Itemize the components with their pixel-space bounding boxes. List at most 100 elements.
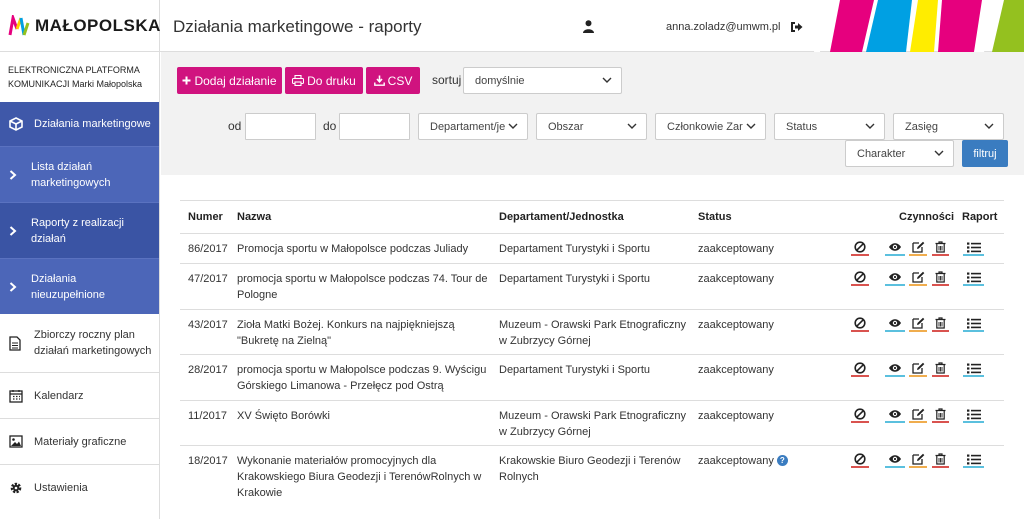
malopolska-logo-icon [8, 15, 30, 37]
delete-button[interactable] [932, 270, 949, 286]
report-button[interactable] [963, 240, 984, 256]
sidebar-item-reports[interactable]: Raporty z realizacji działań [0, 202, 159, 258]
edit-button[interactable] [909, 452, 927, 468]
sidebar-item-calendar[interactable]: Kalendarz [0, 372, 159, 418]
sidebar-item-graphics[interactable]: Materiały graficzne [0, 418, 159, 464]
area-select[interactable]: Obszar [536, 113, 647, 140]
top-bar: MAŁOPOLSKA Działania marketingowe - rapo… [0, 0, 1024, 52]
row-department: Muzeum - Orawski Park Etnograficzny w Zub… [499, 408, 694, 440]
edit-button[interactable] [909, 240, 927, 256]
block-button[interactable] [851, 452, 869, 468]
help-icon[interactable]: ? [776, 455, 788, 466]
edit-button[interactable] [909, 407, 927, 423]
sidebar-item-annual-plan[interactable]: Zbiorczy roczny plan działań marketingowy… [0, 314, 159, 372]
eye-icon [889, 243, 901, 251]
logo[interactable]: MAŁOPOLSKA [0, 0, 160, 52]
delete-button[interactable] [932, 361, 949, 377]
row-number: 11/2017 [188, 410, 227, 422]
character-select[interactable]: Charakter [845, 140, 954, 167]
chevron-right-icon [9, 225, 17, 236]
eye-icon [889, 319, 901, 327]
date-from-input[interactable] [245, 113, 316, 140]
row-department-line: Krakowskie Biuro Geodezji i Terenów [499, 455, 681, 467]
csv-label: CSV [387, 73, 413, 88]
row-name[interactable]: Promocja sportu w Małopolsce podczas Jul… [237, 241, 492, 257]
sidebar: ELEKTRONICZNA PLATFORMA KOMUNIKACJI Mark… [0, 52, 160, 519]
row-number: 47/2017 [188, 273, 228, 285]
plus-icon [182, 76, 191, 85]
row-status: zaakceptowany [698, 241, 774, 257]
row-department-line: w Zubrzycy Górnej [499, 426, 591, 438]
block-button[interactable] [851, 240, 869, 256]
view-button[interactable] [885, 316, 905, 332]
edit-icon [911, 362, 924, 374]
csv-button[interactable]: CSV [366, 67, 420, 94]
trash-icon [935, 362, 946, 374]
delete-button[interactable] [932, 452, 949, 468]
sidebar-item-settings[interactable]: Ustawienia [0, 464, 159, 510]
eye-icon [889, 364, 901, 372]
row-department-line: Muzeum - Orawski Park Etnograficzny [499, 410, 687, 422]
report-button[interactable] [963, 407, 984, 423]
row-name[interactable]: promocja sportu w Małopolsce podczas 9. … [237, 362, 492, 394]
report-button[interactable] [963, 316, 984, 332]
row-department-line: Muzeum - Orawski Park Etnograficzny [499, 319, 687, 331]
sidebar-item-label: Lista działań marketingowych [31, 159, 110, 191]
block-button[interactable] [851, 407, 869, 423]
view-button[interactable] [885, 407, 905, 423]
print-label: Do druku [307, 73, 356, 88]
platform-line-2: KOMUNIKACJI Marki Małopolska [8, 79, 143, 89]
sort-select[interactable]: domyślnie [463, 67, 622, 94]
row-name-line: Wykonanie materiałów promocyjnych dla [237, 455, 437, 467]
department-select[interactable]: Departament/je [418, 113, 528, 140]
filter-button[interactable]: filtruj [962, 140, 1008, 167]
edit-button[interactable] [909, 361, 927, 377]
delete-button[interactable] [932, 407, 949, 423]
sidebar-item-label: Raporty z realizacji działań [31, 215, 124, 247]
add-action-button[interactable]: Dodaj działanie [177, 67, 282, 94]
image-icon [9, 435, 23, 448]
block-button[interactable] [851, 270, 869, 286]
logout-icon[interactable] [790, 21, 803, 33]
sidebar-item-incomplete[interactable]: Działania nieuzupełnione [0, 258, 159, 314]
col-status: Status [698, 211, 732, 223]
sidebar-item-label: Działania nieuzupełnione [31, 271, 105, 303]
report-button[interactable] [963, 270, 984, 286]
report-button[interactable] [963, 452, 984, 468]
block-button[interactable] [851, 316, 869, 332]
sidebar-item-list[interactable]: Lista działań marketingowych [0, 146, 159, 202]
row-name[interactable]: Zioła Matki Bożej. Konkurs na najpięknie… [237, 317, 492, 349]
delete-button[interactable] [932, 240, 949, 256]
block-button[interactable] [851, 361, 869, 377]
sidebar-item-marketing[interactable]: Działania marketingowe [0, 102, 159, 146]
view-button[interactable] [885, 361, 905, 377]
user-email[interactable]: anna.zoladz@umwm.pl [666, 21, 781, 33]
row-name-line: Krakowskiego Biura Geodezji i TerenówRol… [237, 471, 482, 483]
delete-button[interactable] [932, 316, 949, 332]
list-icon [966, 318, 981, 328]
row-name[interactable]: promocja sportu w Małopolsce podczas 74.… [237, 271, 492, 303]
status-select[interactable]: Status [774, 113, 885, 140]
members-select[interactable]: Członkowie Zar [655, 113, 766, 140]
row-name[interactable]: Wykonanie materiałów promocyjnych dla Kra… [237, 453, 492, 501]
date-from-label: od [228, 119, 242, 133]
sort-value: domyślnie [475, 74, 525, 87]
report-button[interactable] [963, 361, 984, 377]
view-button[interactable] [885, 240, 905, 256]
view-button[interactable] [885, 452, 905, 468]
edit-button[interactable] [909, 316, 927, 332]
trash-icon [935, 271, 946, 283]
row-name[interactable]: XV Święto Borówki [237, 408, 492, 424]
edit-button[interactable] [909, 270, 927, 286]
row-department-line: Departament Turystyki i Sportu [499, 243, 651, 255]
row-status: zaakceptowany? [698, 453, 788, 469]
block-icon [854, 408, 866, 420]
row-status: zaakceptowany [698, 271, 774, 287]
sidebar-item-label: Materiały graficzne [34, 435, 127, 448]
block-icon [854, 362, 866, 374]
view-button[interactable] [885, 270, 905, 286]
print-button[interactable]: Do druku [285, 67, 363, 94]
user-icon[interactable] [583, 20, 594, 33]
date-to-input[interactable] [339, 113, 410, 140]
range-select[interactable]: Zasięg [893, 113, 1004, 140]
